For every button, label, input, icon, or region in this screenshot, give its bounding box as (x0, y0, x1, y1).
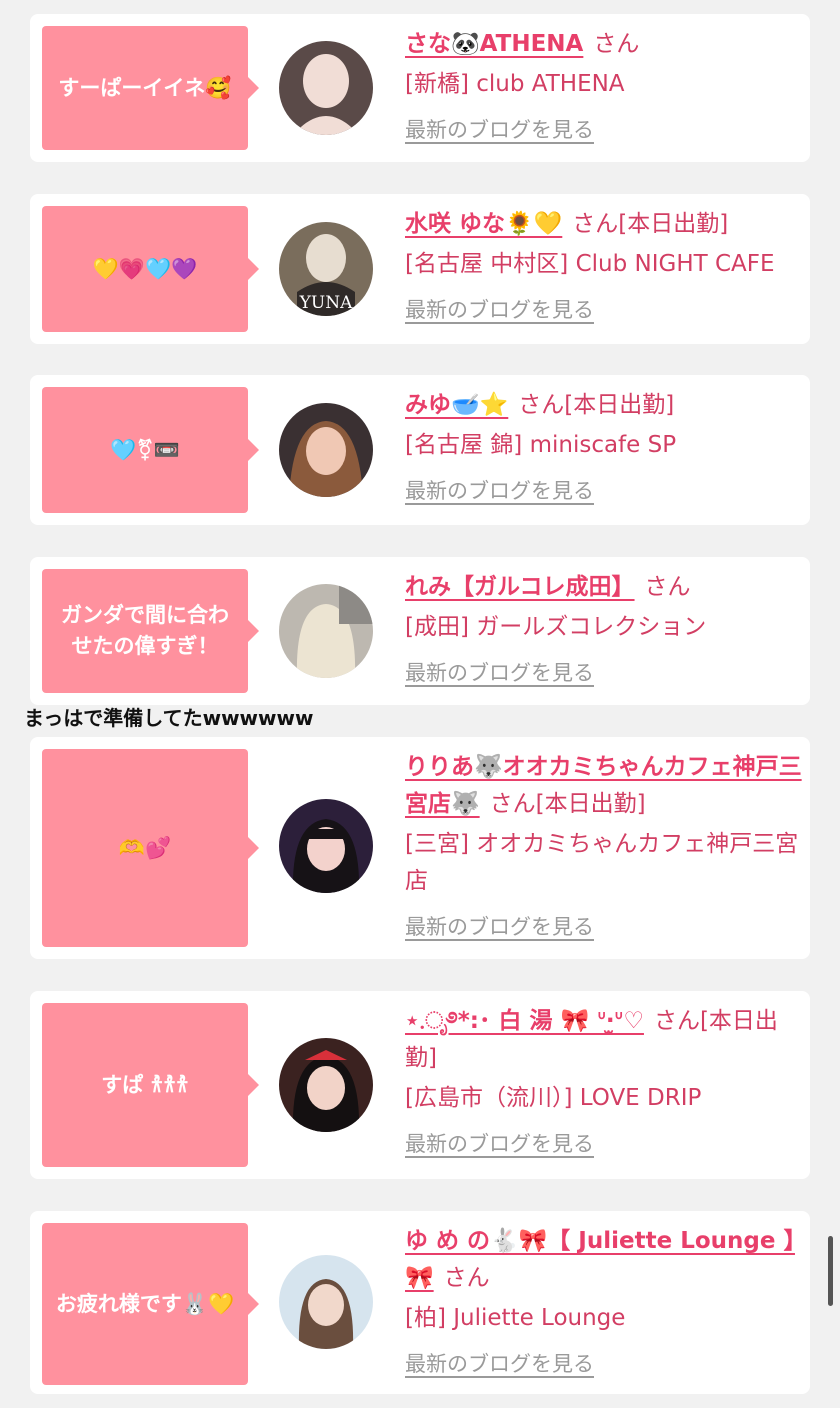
latest-blog-link[interactable]: 最新のブログを見る (405, 295, 594, 325)
latest-blog-link[interactable]: 最新のブログを見る (405, 476, 594, 506)
message-bubble: 🩵⚧📼 (42, 387, 259, 513)
cast-name-link[interactable]: 水咲 ゆな🌻💛 (405, 211, 562, 237)
avatar-photo (279, 799, 373, 893)
name-line: ⋆.ೃ࿔*:･ 白 湯 🎀 ᐡ‧̫ᐡ♡ さん[本日出勤] (405, 1003, 805, 1077)
message-bubble: ガンダで間に合わせたの偉すぎ！ (42, 569, 259, 693)
avatar-photo (279, 403, 373, 497)
latest-blog-link[interactable]: 最新のブログを見る (405, 115, 594, 145)
message-bubble: すーぱーイイネ🥰 (42, 26, 259, 150)
cast-info: れみ【ガルコレ成田】 さん [成田] ガールズコレクション 最新のブログを見る (405, 569, 805, 688)
honorific: さん[本日出勤] (489, 791, 646, 817)
latest-blog-link[interactable]: 最新のブログを見る (405, 1129, 594, 1159)
feed-card: 🩵⚧📼 みゆ🥣⭐ さん[本日出勤] [名古屋 錦] miniscafe SP 最新… (30, 375, 810, 525)
cast-info: 水咲 ゆな🌻💛 さん[本日出勤] [名古屋 中村区] Club NIGHT CAF… (405, 206, 805, 325)
name-line: ゆ め の🐇🎀【 Juliette Lounge 】🎀 さん (405, 1223, 805, 1297)
honorific: さん (593, 31, 640, 57)
feed-card: 🫶💕 りりあ🐺オオカミちゃんカフェ神戸三宮店🐺 さん[本日出勤] [三宮] オオカ… (30, 737, 810, 959)
avatar-photo (279, 1038, 373, 1132)
name-line: れみ【ガルコレ成田】 さん (405, 569, 805, 606)
notification-feed: すーぱーイイネ🥰 さな🐼ATHENA さん [新橋] club ATHENA 最新… (0, 0, 840, 1408)
message-text: すぱ 𐀪𐀪𐀪 (101, 1072, 189, 1097)
honorific: さん[本日出勤] (572, 211, 729, 237)
name-line: 水咲 ゆな🌻💛 さん[本日出勤] (405, 206, 805, 243)
message-bubble: すぱ 𐀪𐀪𐀪 (42, 1003, 259, 1167)
cast-avatar[interactable] (279, 403, 373, 497)
message-bubble: お疲れ様です🐰💛 (42, 1223, 259, 1385)
name-line: みゆ🥣⭐ さん[本日出勤] (405, 387, 805, 424)
cast-info: みゆ🥣⭐ さん[本日出勤] [名古屋 錦] miniscafe SP 最新のブログ… (405, 387, 805, 506)
avatar-photo: YUNA (279, 222, 373, 316)
message-text: 🩵⚧📼 (110, 437, 180, 462)
cast-info: ゆ め の🐇🎀【 Juliette Lounge 】🎀 さん [柏] Juliet… (405, 1223, 805, 1379)
shop-label: [名古屋 中村区] Club NIGHT CAFE (405, 251, 775, 277)
cast-avatar[interactable] (279, 584, 373, 678)
honorific: さん (443, 1265, 490, 1291)
shop-label: [広島市（流川）] LOVE DRIP (405, 1085, 702, 1111)
honorific: さん[本日出勤] (518, 392, 675, 418)
cast-avatar[interactable] (279, 1038, 373, 1132)
shop-label: [成田] ガールズコレクション (405, 614, 707, 640)
feed-card: お疲れ様です🐰💛 ゆ め の🐇🎀【 Juliette Lounge 】🎀 さん [… (30, 1211, 810, 1394)
avatar-photo (279, 1255, 373, 1349)
message-text: 💛💗🩵💜 (92, 256, 198, 281)
cast-name-link[interactable]: れみ【ガルコレ成田】 (405, 574, 635, 600)
shop-label: [新橋] club ATHENA (405, 71, 625, 97)
message-bubble: 🫶💕 (42, 749, 259, 947)
latest-blog-link[interactable]: 最新のブログを見る (405, 912, 594, 942)
feed-card: 💛💗🩵💜 YUNA 水咲 ゆな🌻💛 さん[本日出勤] [名古屋 中村区] Club… (30, 194, 810, 344)
cast-avatar[interactable] (279, 799, 373, 893)
message-bubble: 💛💗🩵💜 (42, 206, 259, 332)
avatar-photo (279, 41, 373, 135)
message-text: すーぱーイイネ🥰 (58, 75, 232, 100)
name-line: さな🐼ATHENA さん (405, 26, 805, 63)
feed-card: すーぱーイイネ🥰 さな🐼ATHENA さん [新橋] club ATHENA 最新… (30, 14, 810, 162)
comment-overlay: まっはで準備してたwwwwww (24, 706, 314, 730)
avatar-text: YUNA (299, 293, 353, 313)
cast-name-link[interactable]: さな🐼ATHENA (405, 31, 583, 57)
latest-blog-link[interactable]: 最新のブログを見る (405, 658, 594, 688)
message-text: 🫶💕 (118, 835, 172, 860)
cast-info: さな🐼ATHENA さん [新橋] club ATHENA 最新のブログを見る (405, 26, 805, 145)
cast-name-link[interactable]: ⋆.ೃ࿔*:･ 白 湯 🎀 ᐡ‧̫ᐡ♡ (405, 1008, 644, 1034)
message-text: お疲れ様です🐰💛 (55, 1291, 235, 1316)
message-text: ガンダで間に合わせたの偉すぎ！ (61, 603, 229, 658)
scrollbar[interactable] (828, 1236, 833, 1306)
honorific: さん (644, 574, 691, 600)
avatar-photo (279, 584, 373, 678)
shop-label: [三宮] オオカミちゃんカフェ神戸三宮店 (405, 831, 799, 894)
cast-avatar[interactable] (279, 41, 373, 135)
cast-info: ⋆.ೃ࿔*:･ 白 湯 🎀 ᐡ‧̫ᐡ♡ さん[本日出勤] [広島市（流川）] LO… (405, 1003, 805, 1159)
cast-avatar[interactable]: YUNA (279, 222, 373, 316)
latest-blog-link[interactable]: 最新のブログを見る (405, 1349, 594, 1379)
feed-card: すぱ 𐀪𐀪𐀪 ⋆.ೃ࿔*:･ 白 湯 🎀 ᐡ‧̫ᐡ♡ さん[本日出勤] [広島市（… (30, 991, 810, 1179)
shop-label: [名古屋 錦] miniscafe SP (405, 432, 677, 458)
cast-info: りりあ🐺オオカミちゃんカフェ神戸三宮店🐺 さん[本日出勤] [三宮] オオカミちゃ… (405, 749, 805, 942)
feed-card: ガンダで間に合わせたの偉すぎ！ れみ【ガルコレ成田】 さん [成田] ガールズコレ… (30, 557, 810, 705)
cast-avatar[interactable] (279, 1255, 373, 1349)
cast-name-link[interactable]: みゆ🥣⭐ (405, 392, 508, 418)
shop-label: [柏] Juliette Lounge (405, 1305, 626, 1331)
name-line: りりあ🐺オオカミちゃんカフェ神戸三宮店🐺 さん[本日出勤] (405, 749, 805, 823)
